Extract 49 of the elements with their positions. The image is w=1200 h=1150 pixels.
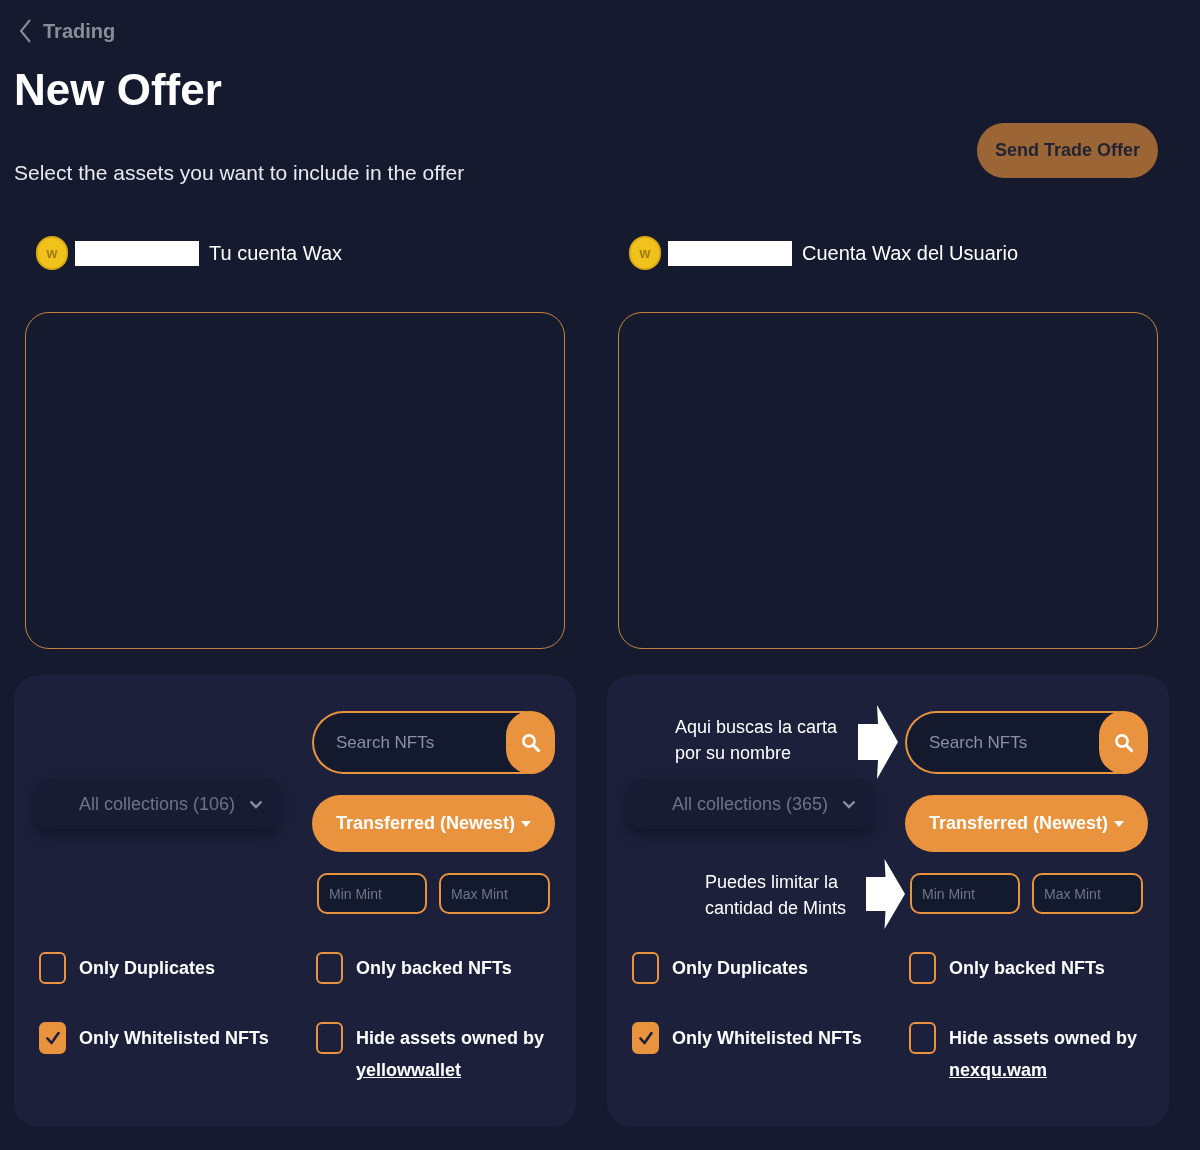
back-link[interactable]: Trading <box>19 18 116 44</box>
annotation-arrow <box>866 859 905 929</box>
page-title: New Offer <box>14 65 222 115</box>
chevron-down-icon <box>842 799 857 809</box>
annotation-text: Puedes limitar la cantidad de Mints <box>705 871 847 920</box>
coin-icon: w <box>629 236 661 270</box>
max-mint-field[interactable]: Max Mint <box>1032 873 1143 914</box>
checkmark-icon <box>45 1031 60 1045</box>
checkbox-label: Only Duplicates <box>79 957 216 980</box>
chevron-left-icon <box>19 19 31 43</box>
checkbox-label: Hide assets owned by yellowwallet <box>356 1027 545 1082</box>
account-link[interactable]: yellowwallet <box>356 1060 462 1080</box>
min-mint-field[interactable]: Min Mint <box>910 873 1020 914</box>
page-subtitle: Select the assets you want to include in the offer <box>14 160 465 186</box>
checkbox[interactable] <box>909 952 936 984</box>
annotation-text: Aqui buscas la carta por su nombre <box>675 716 838 765</box>
search-field[interactable]: Search NFTs <box>905 711 1099 774</box>
checkbox-label: Only backed NFTs <box>949 957 1105 980</box>
search-icon <box>1113 732 1134 753</box>
search-button[interactable] <box>1099 711 1148 774</box>
coin-icon: w <box>36 236 68 270</box>
checkbox-label: Only Duplicates <box>672 957 809 980</box>
checkbox-label: Only Whitelisted NFTs <box>79 1027 269 1050</box>
max-mint-field[interactable]: Max Mint <box>439 873 550 914</box>
min-mint-field[interactable]: Min Mint <box>317 873 427 914</box>
checkmark-icon <box>638 1031 653 1045</box>
collections-dropdown[interactable]: All collections (365) <box>628 779 873 829</box>
account-label: Cuenta Wax del Usuario <box>802 241 1019 266</box>
search-icon <box>520 732 541 753</box>
checkbox[interactable] <box>632 952 659 984</box>
checkbox-label: Hide assets owned by nexqu.wam <box>949 1027 1138 1082</box>
search-button[interactable] <box>506 711 555 774</box>
sort-dropdown-button[interactable]: Transferred (Newest) <box>905 795 1148 852</box>
checkbox[interactable] <box>39 952 66 984</box>
account-label: Tu cuenta Wax <box>209 241 343 266</box>
caret-down-icon <box>1114 820 1125 827</box>
collections-dropdown[interactable]: All collections (106) <box>35 779 280 829</box>
checkbox[interactable] <box>39 1022 66 1054</box>
checkbox[interactable] <box>632 1022 659 1054</box>
account-link[interactable]: nexqu.wam <box>949 1060 1048 1080</box>
checkbox-label: Only Whitelisted NFTs <box>672 1027 862 1050</box>
checkbox-label: Only backed NFTs <box>356 957 512 980</box>
search-field[interactable]: Search NFTs <box>312 711 506 774</box>
chevron-down-icon <box>249 799 264 809</box>
checkbox[interactable] <box>316 1022 343 1054</box>
checkbox[interactable] <box>909 1022 936 1054</box>
sort-dropdown-button[interactable]: Transferred (Newest) <box>312 795 555 852</box>
checkbox[interactable] <box>316 952 343 984</box>
caret-down-icon <box>521 820 532 827</box>
